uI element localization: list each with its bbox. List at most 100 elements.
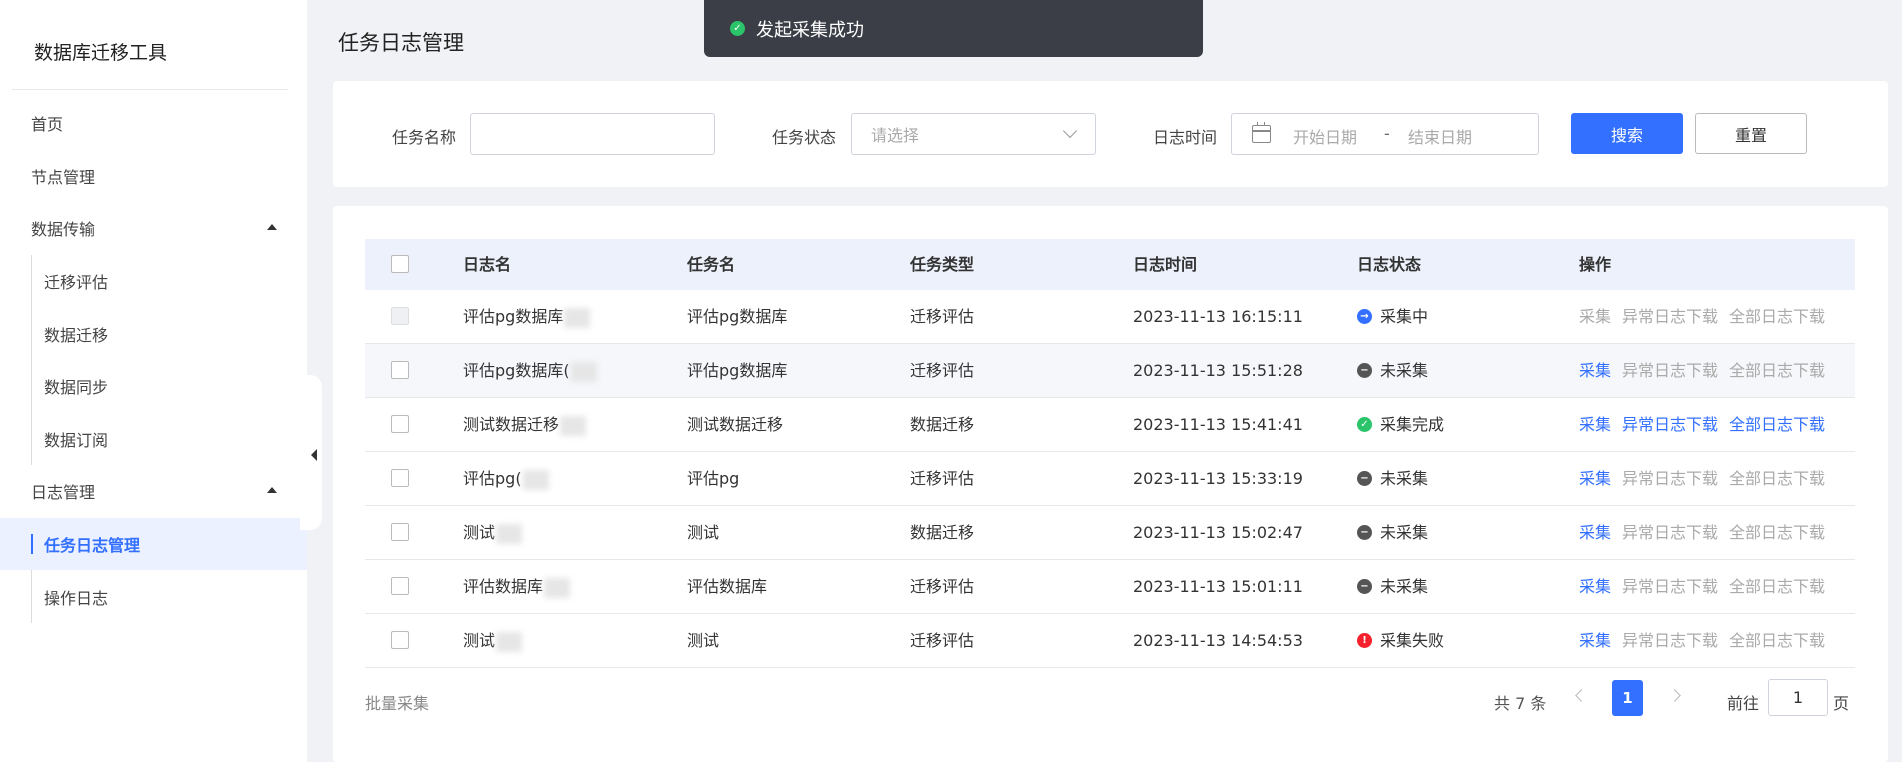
select-all-checkbox[interactable] [391,255,409,273]
error-log-download-button[interactable]: 异常日志下载 [1622,452,1718,506]
all-log-download-button[interactable]: 全部日志下载 [1729,290,1825,344]
row-checkbox[interactable] [391,577,409,595]
collect-button[interactable]: 采集 [1579,452,1611,506]
toast-text: 发起采集成功 [756,19,864,41]
all-log-download-button[interactable]: 全部日志下载 [1729,506,1825,560]
table-header: 日志名 任务名 任务类型 日志时间 日志状态 操作 [365,239,1855,290]
collect-button[interactable]: 采集 [1579,506,1611,560]
task-name-cell: 评估pg数据库 [687,307,788,326]
row-checkbox[interactable] [391,361,409,379]
error-log-download-button[interactable]: 异常日志下载 [1622,506,1718,560]
sidebar-item-5[interactable]: 数据同步 [0,359,307,413]
task-status-select[interactable]: 请选择 [851,113,1096,155]
log-status-cell: − 未采集 [1357,452,1428,506]
table-card: 日志名 任务名 任务类型 日志时间 日志状态 操作 评估pg数据库 评估pg数据库… [333,206,1888,762]
log-time-cell: 2023-11-13 15:01:11 [1133,577,1303,596]
status-text: 采集中 [1380,307,1429,326]
table-row: 测试数据迁移 测试数据迁移 数据迁移 2023-11-13 15:41:41 ✓ 采集完成… [365,398,1855,452]
goto-page-input[interactable] [1768,679,1828,716]
nav-tree-line [31,307,32,360]
start-date-input[interactable]: 开始日期 [1293,124,1357,148]
all-log-download-button[interactable]: 全部日志下载 [1729,452,1825,506]
error-log-download-button[interactable]: 异常日志下载 [1622,398,1718,452]
sidebar-item-4[interactable]: 数据迁移 [0,307,307,360]
next-page-icon[interactable] [1668,689,1681,702]
sidebar-item-8[interactable]: 任务日志管理 [0,517,307,571]
page-number-current[interactable]: 1 [1612,680,1643,716]
table-row: 评估pg数据库 评估pg数据库 迁移评估 2023-11-13 16:15:11 → 采集… [365,290,1855,344]
task-type-cell: 迁移评估 [910,631,975,650]
log-name-cell: 测试 [463,506,523,560]
batch-collect-button[interactable]: 批量采集 [365,690,429,714]
end-date-input[interactable]: 结束日期 [1408,124,1472,148]
sidebar-item-9[interactable]: 操作日志 [0,570,307,623]
sidebar-item-6[interactable]: 数据订阅 [0,412,307,466]
table-row: 评估pg数据库(评估pg数据库 迁移评估 2023-11-13 15:51:28 − 未… [365,344,1855,398]
date-range-picker[interactable]: 开始日期 - 结束日期 [1231,113,1539,155]
task-name-cell: 评估pg数据库 [687,361,788,380]
collect-button[interactable]: 采集 [1579,560,1611,614]
nav-tree-line [31,254,32,308]
task-type-cell: 迁移评估 [910,469,975,488]
collect-button[interactable]: 采集 [1579,290,1611,344]
error-log-download-button[interactable]: 异常日志下载 [1622,614,1718,668]
status-text: 未采集 [1380,577,1429,596]
caret-up-icon [267,224,277,231]
reset-button[interactable]: 重置 [1695,113,1807,154]
minus-circle-icon: − [1357,471,1372,486]
minus-circle-icon: − [1357,525,1372,540]
task-name-input[interactable] [470,113,715,155]
log-time-cell: 2023-11-13 15:51:28 [1133,361,1303,380]
nav-tree-line [31,533,33,554]
error-log-download-button[interactable]: 异常日志下载 [1622,290,1718,344]
sidebar-item-label: 数据同步 [44,378,109,398]
status-text: 采集完成 [1380,415,1445,434]
log-name-cell: 评估数据库 [463,560,571,614]
row-checkbox[interactable] [391,523,409,541]
log-name-cell: 评估pg( [463,452,549,506]
collapse-left-icon[interactable] [311,449,317,461]
task-type-cell: 数据迁移 [910,415,975,434]
caret-up-icon [267,487,277,494]
error-log-download-button[interactable]: 异常日志下载 [1622,344,1718,398]
task-type-cell: 迁移评估 [910,361,975,380]
log-name-text: 评估pg( [463,469,522,488]
sidebar-item-label: 迁移评估 [44,273,109,293]
table-row: 测试 测试 迁移评估 2023-11-13 14:54:53! 采集失败 采集 异常日志下载… [365,614,1855,668]
log-time-label: 日志时间 [1153,128,1218,147]
log-status-cell: ✓ 采集完成 [1357,398,1444,452]
sidebar-divider [12,89,288,90]
collect-button[interactable]: 采集 [1579,398,1611,452]
collect-button[interactable]: 采集 [1579,614,1611,668]
all-log-download-button[interactable]: 全部日志下载 [1729,344,1825,398]
log-time-cell: 2023-11-13 15:33:19 [1133,469,1303,488]
sidebar-item-7[interactable]: 日志管理 [0,465,307,518]
row-checkbox[interactable] [391,415,409,433]
task-name-cell: 测试数据迁移 [687,415,784,434]
sidebar-item-label: 日志管理 [31,483,96,503]
sidebar-item-2[interactable]: 数据传输 [0,202,307,255]
collect-button[interactable]: 采集 [1579,344,1611,398]
row-checkbox[interactable] [391,469,409,487]
redacted-blur [496,631,523,652]
chevron-down-icon [1062,123,1078,139]
sidebar-item-1[interactable]: 节点管理 [0,150,307,203]
sidebar-item-3[interactable]: 迁移评估 [0,254,307,308]
all-log-download-button[interactable]: 全部日志下载 [1729,398,1825,452]
prev-page-icon[interactable] [1575,689,1588,702]
sidebar-item-0[interactable]: 首页 [0,97,307,150]
all-log-download-button[interactable]: 全部日志下载 [1729,614,1825,668]
arrow-right-circle-icon: → [1357,309,1372,324]
goto-label: 前往 [1727,694,1760,713]
search-button[interactable]: 搜索 [1571,113,1683,154]
col-log-name: 日志名 [463,255,512,274]
all-log-download-button[interactable]: 全部日志下载 [1729,560,1825,614]
log-name-text: 评估数据库 [463,577,544,596]
col-log-status: 日志状态 [1357,255,1422,274]
row-checkbox[interactable] [391,631,409,649]
task-name-cell: 评估数据库 [687,577,768,596]
redacted-blur [496,523,523,544]
table-row: 评估pg(评估pg 迁移评估 2023-11-13 15:33:19 − 未采集 采集 异常… [365,452,1855,506]
log-name-cell: 评估pg数据库 [463,290,591,344]
error-log-download-button[interactable]: 异常日志下载 [1622,560,1718,614]
